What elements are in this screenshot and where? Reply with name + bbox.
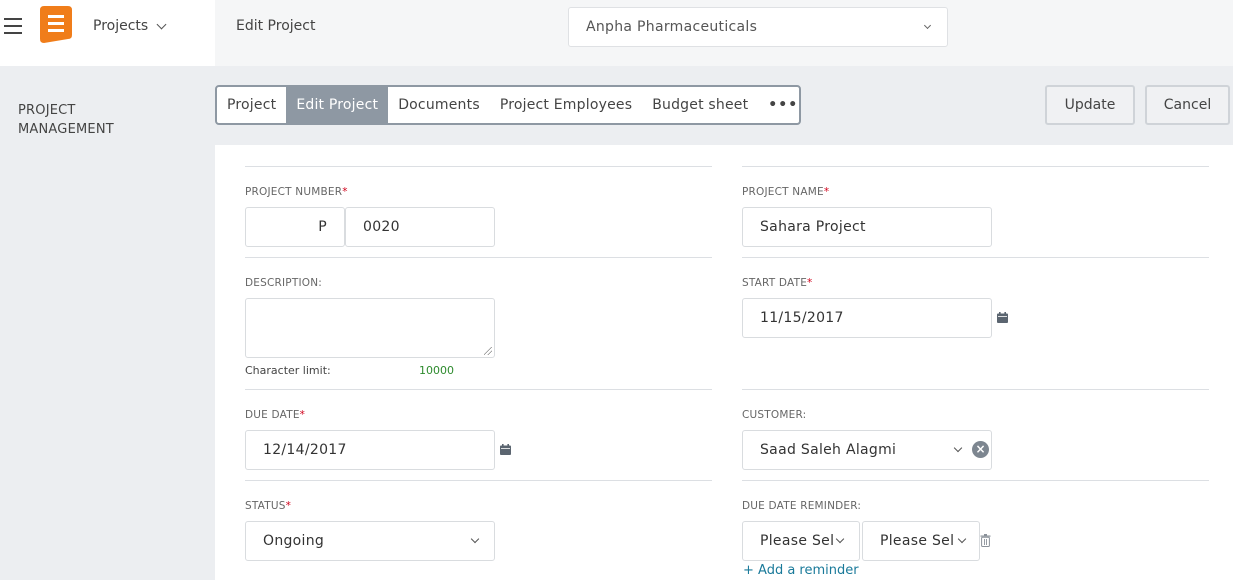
project-number-prefix: P <box>318 219 327 235</box>
reminder-amount-select[interactable]: Please Sel <box>742 521 860 561</box>
tab-edit-project[interactable]: Edit Project <box>286 87 389 123</box>
divider <box>245 166 712 167</box>
project-number-input[interactable]: 0020 <box>345 207 495 247</box>
divider <box>245 257 712 258</box>
divider <box>742 257 1209 258</box>
page-title: Edit Project <box>236 18 316 34</box>
divider <box>245 389 712 390</box>
divider <box>742 480 1209 481</box>
customer-value: Saad Saleh Alagmi <box>760 442 897 458</box>
description-textarea[interactable] <box>245 298 495 358</box>
status-select[interactable]: Ongoing <box>245 521 495 561</box>
project-name-value: Sahara Project <box>760 219 866 235</box>
sidebar-section-title: PROJECT MANAGEMENT <box>18 101 114 139</box>
project-name-label: PROJECT NAME* <box>742 186 830 198</box>
description-label: DESCRIPTION: <box>245 277 323 289</box>
company-select-value: Anpha Pharmaceuticals <box>586 19 758 35</box>
start-date-input[interactable]: 11/15/2017 <box>742 298 992 338</box>
add-reminder-link[interactable]: + Add a reminder <box>743 563 859 578</box>
calendar-icon[interactable] <box>500 444 511 455</box>
clear-icon[interactable]: × <box>972 441 989 458</box>
chevron-down-icon <box>923 21 932 29</box>
update-button[interactable]: Update <box>1045 85 1135 125</box>
character-limit-value: 10000 <box>419 364 454 377</box>
divider <box>742 389 1209 390</box>
project-number-label: PROJECT NUMBER* <box>245 186 348 198</box>
calendar-icon[interactable] <box>997 312 1008 323</box>
app-logo-icon <box>40 6 72 43</box>
divider <box>245 480 712 481</box>
due-date-input[interactable]: 12/14/2017 <box>245 430 495 470</box>
tab-bar: Project Edit Project Documents Project E… <box>215 85 801 125</box>
reminder-unit-value: Please Sel <box>880 533 955 549</box>
tab-budget-sheet[interactable]: Budget sheet <box>642 87 758 123</box>
start-date-label: START DATE* <box>742 277 813 289</box>
tab-documents[interactable]: Documents <box>388 87 490 123</box>
start-date-value: 11/15/2017 <box>760 310 844 326</box>
character-limit-label: Character limit: <box>245 364 331 377</box>
brand-area: Projects <box>0 0 215 66</box>
due-date-reminder-label: DUE DATE REMINDER: <box>742 500 862 512</box>
tab-project-employees[interactable]: Project Employees <box>490 87 642 123</box>
resize-handle-icon[interactable] <box>484 347 492 355</box>
app-switcher-label: Projects <box>93 18 149 34</box>
due-date-value: 12/14/2017 <box>263 442 347 458</box>
menu-icon[interactable] <box>4 18 22 34</box>
divider <box>742 166 1209 167</box>
project-number-value: 0020 <box>363 219 400 235</box>
reminder-amount-value: Please Sel <box>760 533 835 549</box>
app-switcher[interactable]: Projects <box>93 18 167 34</box>
customer-select[interactable]: Saad Saleh Alagmi <box>742 430 992 470</box>
project-number-prefix-field[interactable]: P <box>245 207 345 247</box>
due-date-label: DUE DATE* <box>245 409 306 421</box>
trash-icon[interactable] <box>980 534 991 547</box>
sidebar-section-line2: MANAGEMENT <box>18 122 114 137</box>
cancel-button[interactable]: Cancel <box>1145 85 1230 125</box>
sidebar-section-line1: PROJECT <box>18 103 76 118</box>
tab-project[interactable]: Project <box>217 87 286 123</box>
edit-project-form: PROJECT NUMBER* P 0020 PROJECT NAME* Sah… <box>215 145 1233 580</box>
chevron-down-icon <box>156 19 167 29</box>
status-value: Ongoing <box>263 533 325 549</box>
project-name-input[interactable]: Sahara Project <box>742 207 992 247</box>
top-bar: Projects Edit Project Anpha Pharmaceutic… <box>0 0 1233 66</box>
status-label: STATUS* <box>245 500 292 512</box>
more-tabs-button[interactable]: ••• <box>758 87 799 123</box>
customer-label: CUSTOMER: <box>742 409 807 421</box>
company-select[interactable]: Anpha Pharmaceuticals <box>568 7 948 47</box>
